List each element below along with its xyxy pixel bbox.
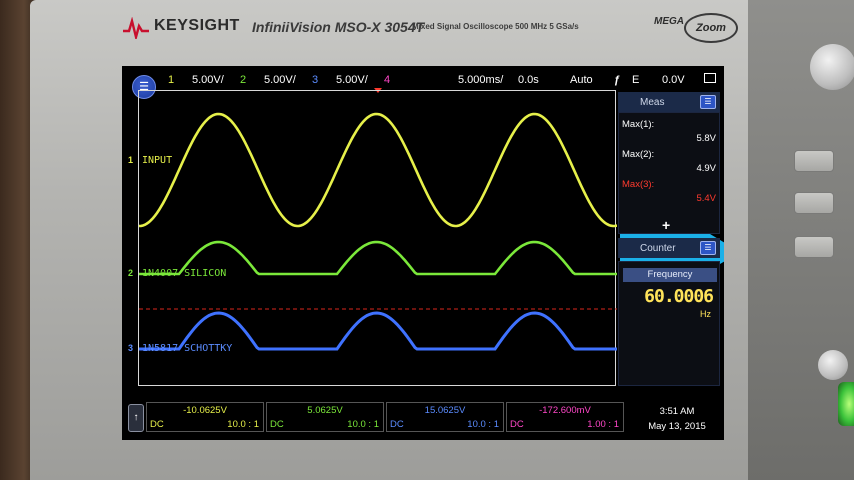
ch3-offset: 15.0625V	[424, 405, 466, 416]
measurement-value: 4.9V	[696, 163, 716, 174]
meas-title: Meas	[640, 97, 665, 108]
ch4-info-box[interactable]: -172.600mV DC 1.00 : 1	[506, 402, 624, 432]
panel-button[interactable]	[794, 150, 834, 172]
ch1-probe: 10.0 : 1	[227, 419, 259, 430]
ch2-trace-label: 1N4007 SILICON	[142, 268, 227, 279]
panel-button[interactable]	[794, 236, 834, 258]
ch2-scale[interactable]: 5.00V/	[264, 74, 296, 86]
zoom-badge: Zoom	[684, 13, 738, 43]
control-knob[interactable]	[810, 44, 854, 90]
ch2-offset: 5.0625V	[307, 405, 343, 416]
trigger-level[interactable]: 0.0V	[662, 74, 685, 86]
ch4-coupling: DC	[510, 419, 524, 430]
scope-screen: 1 5.00V/ 2 5.00V/ 3 5.00V/ 4 5.000ms/ 0.…	[122, 66, 724, 440]
ch1-coupling: DC	[150, 419, 164, 430]
clock: 3:51 AM May 13, 2015	[632, 402, 722, 436]
measurement-label: Max(1):	[622, 119, 655, 130]
ch2-info-box[interactable]: 5.0625V DC 10.0 : 1	[266, 402, 384, 432]
mega-label: MEGA	[654, 16, 684, 27]
measurement-row[interactable]: Max(3): 5.4V	[622, 179, 718, 205]
ch1-ground-marker[interactable]: 1	[128, 155, 133, 165]
add-measurement-button[interactable]: +	[662, 217, 670, 233]
power-indicator-icon	[838, 382, 854, 426]
counter-header[interactable]: Counter ☰	[618, 238, 720, 258]
control-knob[interactable]	[818, 350, 848, 380]
side-info-panel: Meas ☰ Max(1): 5.8V Max(2): 4.9V Max(3):…	[618, 90, 724, 386]
counter-title: Counter	[640, 243, 676, 254]
meas-header[interactable]: Meas ☰	[618, 92, 720, 112]
measurement-row[interactable]: Max(1): 5.8V	[622, 119, 718, 145]
trigger-slope-icon[interactable]: ƒ	[614, 74, 620, 86]
meas-menu-icon[interactable]: ☰	[700, 95, 716, 109]
frequency-unit: Hz	[700, 309, 711, 319]
measurement-row[interactable]: Max(2): 4.9V	[622, 149, 718, 175]
brand-name: KEYSIGHT	[154, 17, 240, 34]
measurement-label: Max(3):	[622, 179, 655, 190]
ch4-number[interactable]: 4	[384, 74, 390, 86]
ch1-offset: -10.0625V	[183, 405, 227, 416]
ch3-info-box[interactable]: 15.0625V DC 10.0 : 1	[386, 402, 504, 432]
channel-status-bar: 1 5.00V/ 2 5.00V/ 3 5.00V/ 4 5.000ms/ 0.…	[122, 66, 724, 88]
counter-menu-icon[interactable]: ☰	[700, 241, 716, 255]
screen-icon[interactable]	[704, 73, 716, 83]
trigger-mode[interactable]: Auto	[570, 74, 593, 86]
channel-info-bar: ↑ -10.0625V DC 10.0 : 1 5.0625V DC 10.0 …	[122, 398, 724, 440]
ch1-info-box[interactable]: -10.0625V DC 10.0 : 1	[146, 402, 264, 432]
ch2-ground-marker[interactable]: 2	[128, 268, 133, 278]
panel-button[interactable]	[794, 192, 834, 214]
frequency-value: 60.0006	[644, 286, 714, 307]
ch3-probe: 10.0 : 1	[467, 419, 499, 430]
clock-date: May 13, 2015	[648, 421, 706, 432]
measurement-list: Max(1): 5.8V Max(2): 4.9V Max(3): 5.4V +	[618, 112, 720, 234]
input-trace	[139, 112, 617, 228]
timebase[interactable]: 5.000ms/	[458, 74, 503, 86]
ch2-probe: 10.0 : 1	[347, 419, 379, 430]
counter-panel: Frequency 60.0006 Hz	[618, 261, 720, 386]
measurement-value: 5.8V	[696, 133, 716, 144]
delay[interactable]: 0.0s	[518, 74, 539, 86]
ch2-number[interactable]: 2	[240, 74, 246, 86]
waveform-graticule	[138, 90, 617, 386]
ch2-coupling: DC	[270, 419, 284, 430]
ch3-ground-marker[interactable]: 3	[128, 343, 133, 353]
measurement-label: Max(2):	[622, 149, 655, 160]
clock-time: 3:51 AM	[659, 406, 695, 417]
ch1-number[interactable]: 1	[168, 74, 174, 86]
trigger-edge[interactable]: E	[632, 74, 639, 86]
keysight-logo-icon	[123, 17, 149, 39]
expand-up-icon[interactable]: ↑	[128, 404, 144, 432]
frequency-tab[interactable]: Frequency	[623, 268, 717, 282]
ch4-probe: 1.00 : 1	[587, 419, 619, 430]
ch3-trace-label: 1N5817 SCHOTTKY	[142, 343, 233, 354]
measurement-value: 5.4V	[696, 193, 716, 204]
ch4-offset: -172.600mV	[539, 405, 591, 416]
ch1-trace-label: INPUT	[142, 155, 173, 166]
model-subtitle: Mixed Signal Oscilloscope 500 MHz 5 GSa/…	[412, 22, 579, 31]
ch3-coupling: DC	[390, 419, 404, 430]
ch1-scale[interactable]: 5.00V/	[192, 74, 224, 86]
model-name: InfiniiVision MSO-X 3054T	[252, 19, 425, 35]
ch3-number[interactable]: 3	[312, 74, 318, 86]
ch3-scale[interactable]: 5.00V/	[336, 74, 368, 86]
